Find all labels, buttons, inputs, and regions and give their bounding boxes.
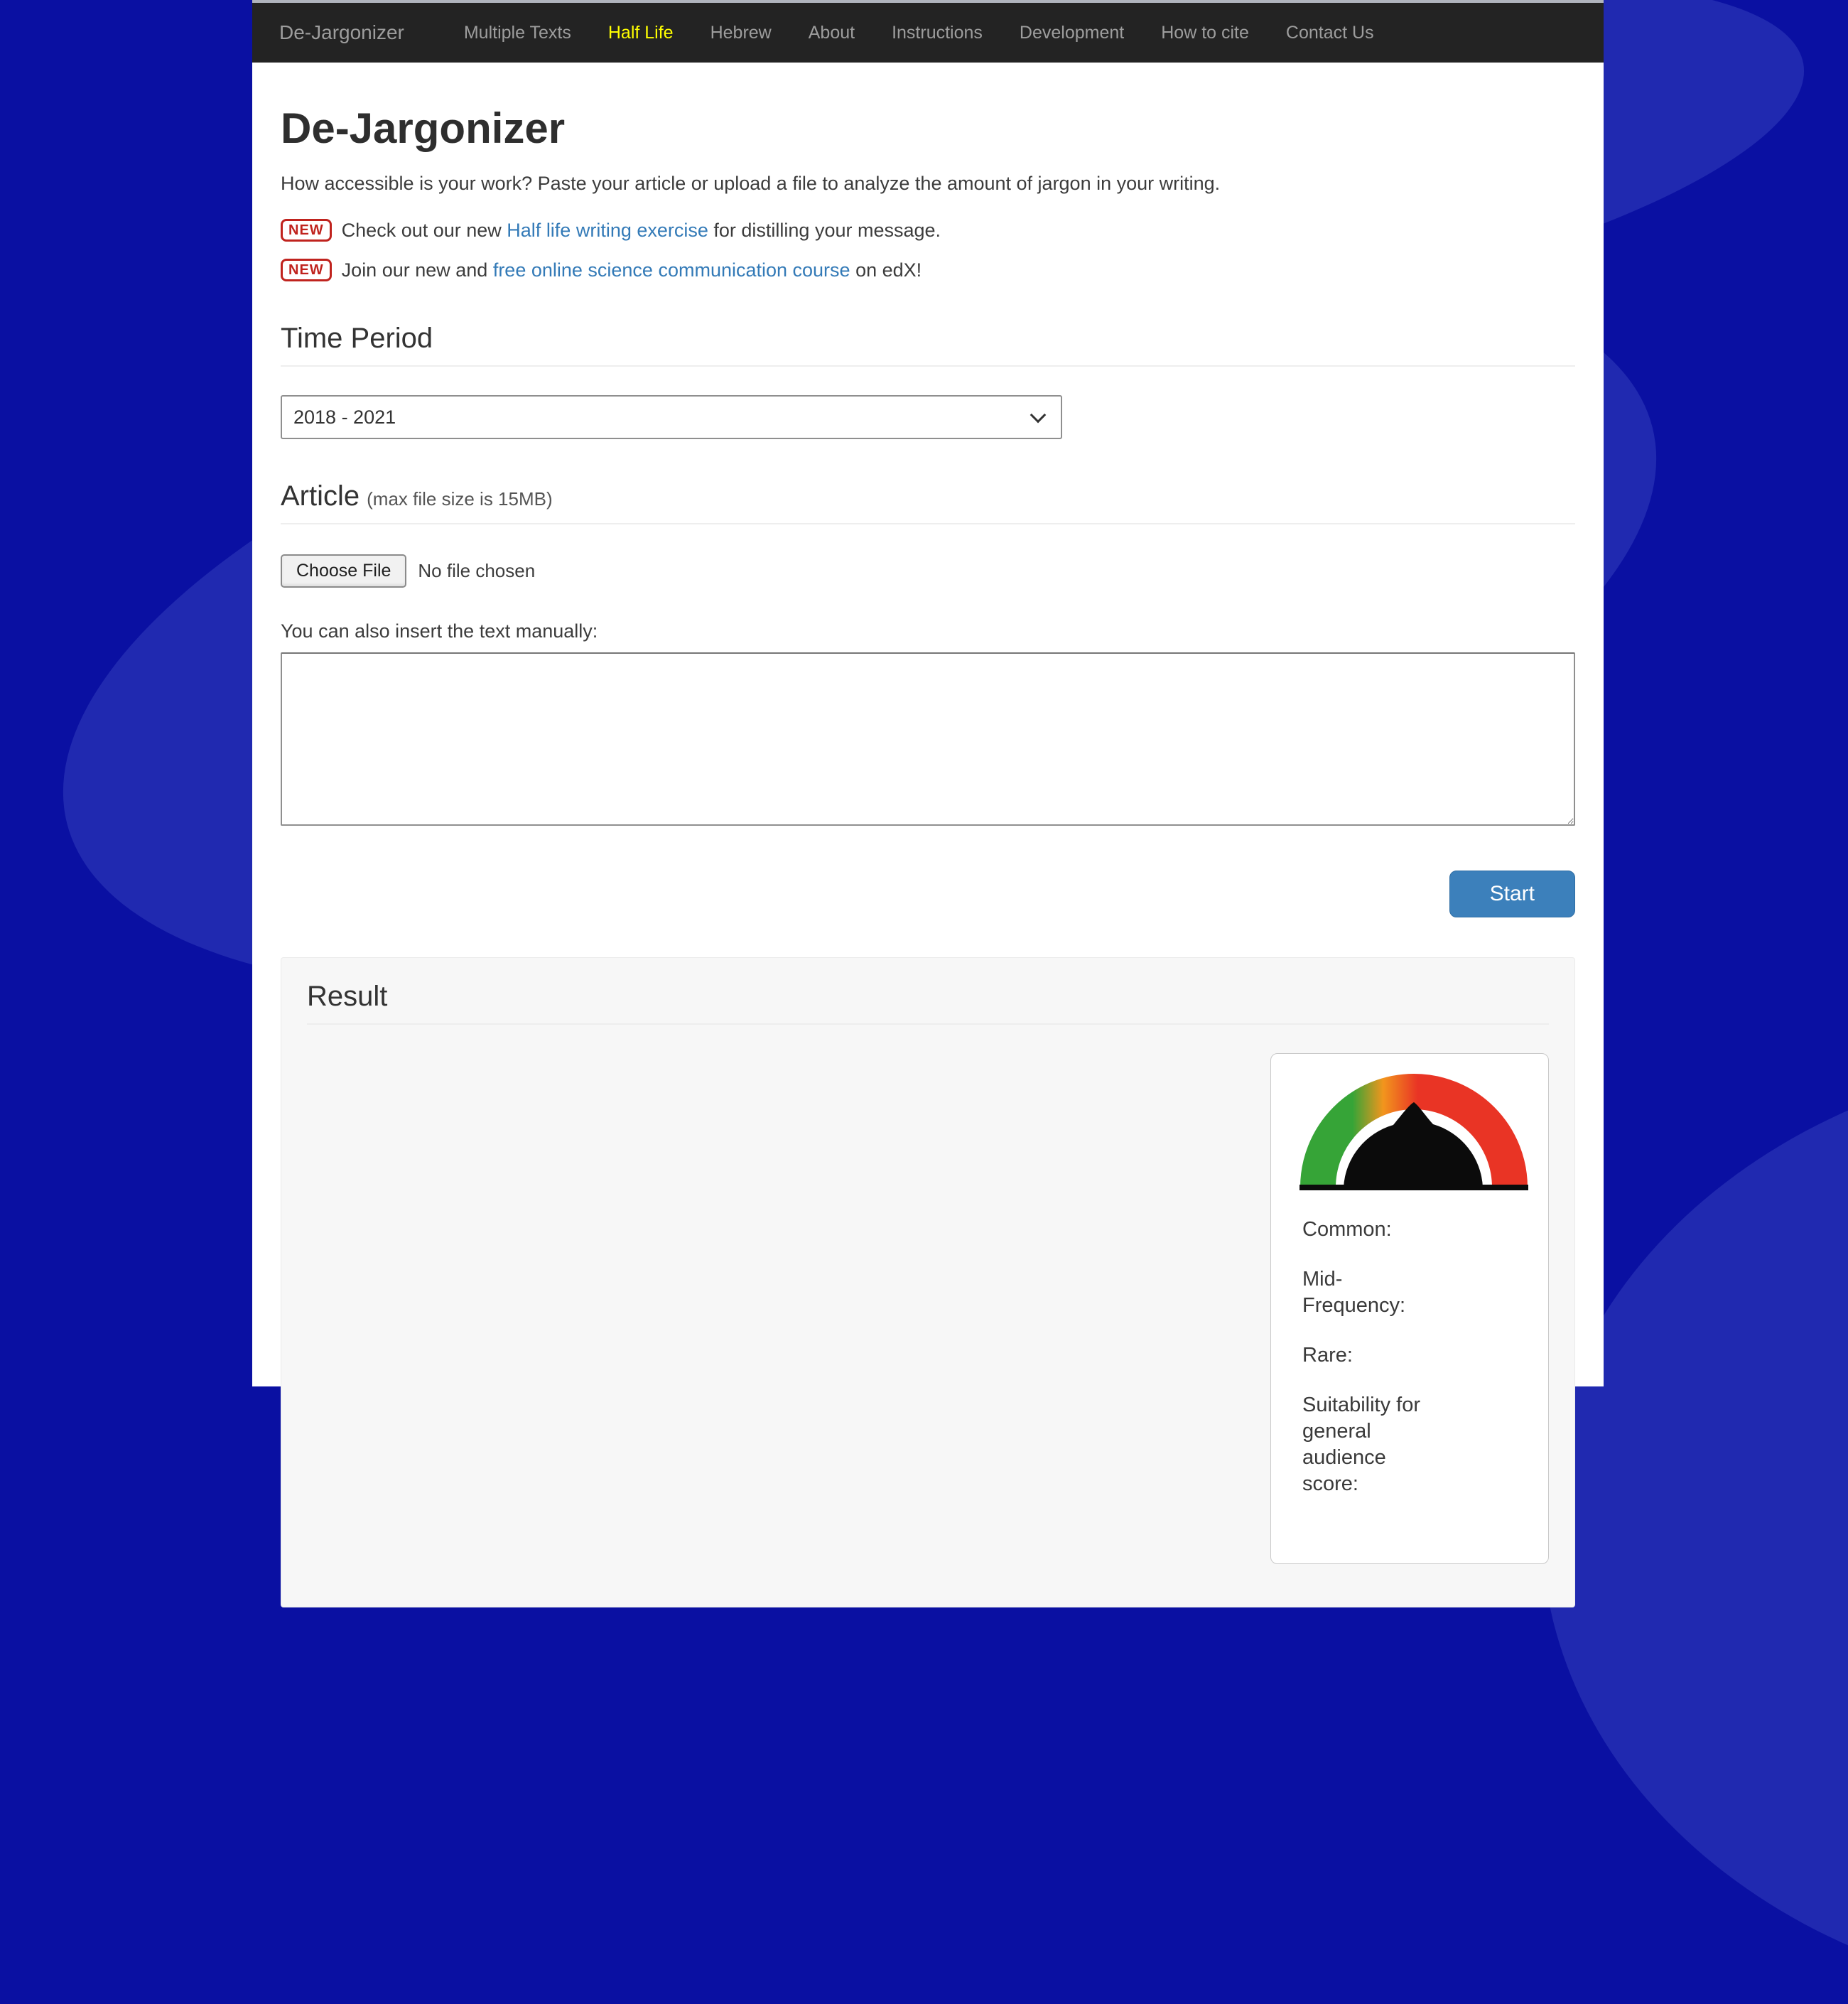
label-mid-frequency: Mid-Frequency:	[1302, 1266, 1442, 1319]
nav-item-development[interactable]: Development	[1001, 23, 1142, 43]
suitability-gauge	[1299, 1068, 1531, 1194]
nav-item-about[interactable]: About	[790, 23, 873, 43]
result-labels: Common: Mid-Frequency: Rare: Suitability…	[1302, 1217, 1442, 1497]
article-section: Article(max file size is 15MB) Choose Fi…	[281, 480, 1575, 829]
divider	[307, 1023, 1549, 1025]
manual-entry-label: You can also insert the text manually:	[281, 620, 1575, 642]
divider	[281, 365, 1575, 367]
intro-text: How accessible is your work? Paste your …	[281, 171, 1575, 196]
article-textarea[interactable]	[281, 652, 1575, 826]
time-period-section: Time Period 2018 - 2021	[281, 323, 1575, 439]
label-rare: Rare:	[1302, 1342, 1442, 1369]
nav-item-multiple-texts[interactable]: Multiple Texts	[445, 23, 590, 43]
result-panel: Result	[281, 957, 1575, 1607]
gauge-baseline	[1299, 1185, 1528, 1190]
new-badge: NEW	[281, 219, 332, 242]
nav-item-contact-us[interactable]: Contact Us	[1268, 23, 1393, 43]
result-card: Common: Mid-Frequency: Rare: Suitability…	[1270, 1053, 1549, 1564]
notice-text: Join our new and free online science com…	[342, 259, 922, 281]
article-heading: Article(max file size is 15MB)	[281, 480, 1575, 512]
nav-item-half-life[interactable]: Half Life	[590, 23, 692, 43]
edx-course-link[interactable]: free online science communication course	[493, 259, 850, 281]
page-column: De-Jargonizer Multiple Texts Half Life H…	[252, 0, 1604, 1386]
start-button[interactable]: Start	[1449, 871, 1575, 917]
notice-half-life: NEW Check out our new Half life writing …	[281, 219, 1575, 242]
label-suitability-score: Suitability for general audience score:	[1302, 1392, 1442, 1497]
nav-item-hebrew[interactable]: Hebrew	[692, 23, 790, 43]
nav-item-how-to-cite[interactable]: How to cite	[1142, 23, 1268, 43]
file-size-note: (max file size is 15MB)	[367, 488, 553, 510]
time-period-heading: Time Period	[281, 323, 1575, 354]
file-status-text: No file chosen	[418, 560, 535, 582]
main-content: De-Jargonizer How accessible is your wor…	[252, 104, 1604, 1607]
notice-text: Check out our new Half life writing exer…	[342, 220, 941, 242]
divider	[281, 523, 1575, 524]
notice-edx-course: NEW Join our new and free online science…	[281, 259, 1575, 281]
nav-item-instructions[interactable]: Instructions	[873, 23, 1001, 43]
time-period-select[interactable]: 2018 - 2021	[281, 395, 1062, 439]
navbar-brand[interactable]: De-Jargonizer	[279, 21, 404, 44]
gauge-image	[1299, 1068, 1528, 1190]
navbar: De-Jargonizer Multiple Texts Half Life H…	[252, 3, 1604, 63]
label-common: Common:	[1302, 1217, 1442, 1243]
new-badge: NEW	[281, 259, 332, 281]
choose-file-button[interactable]: Choose File	[281, 554, 406, 588]
half-life-exercise-link[interactable]: Half life writing exercise	[507, 220, 708, 241]
page-title: De-Jargonizer	[281, 104, 1575, 153]
result-heading: Result	[307, 981, 1549, 1012]
